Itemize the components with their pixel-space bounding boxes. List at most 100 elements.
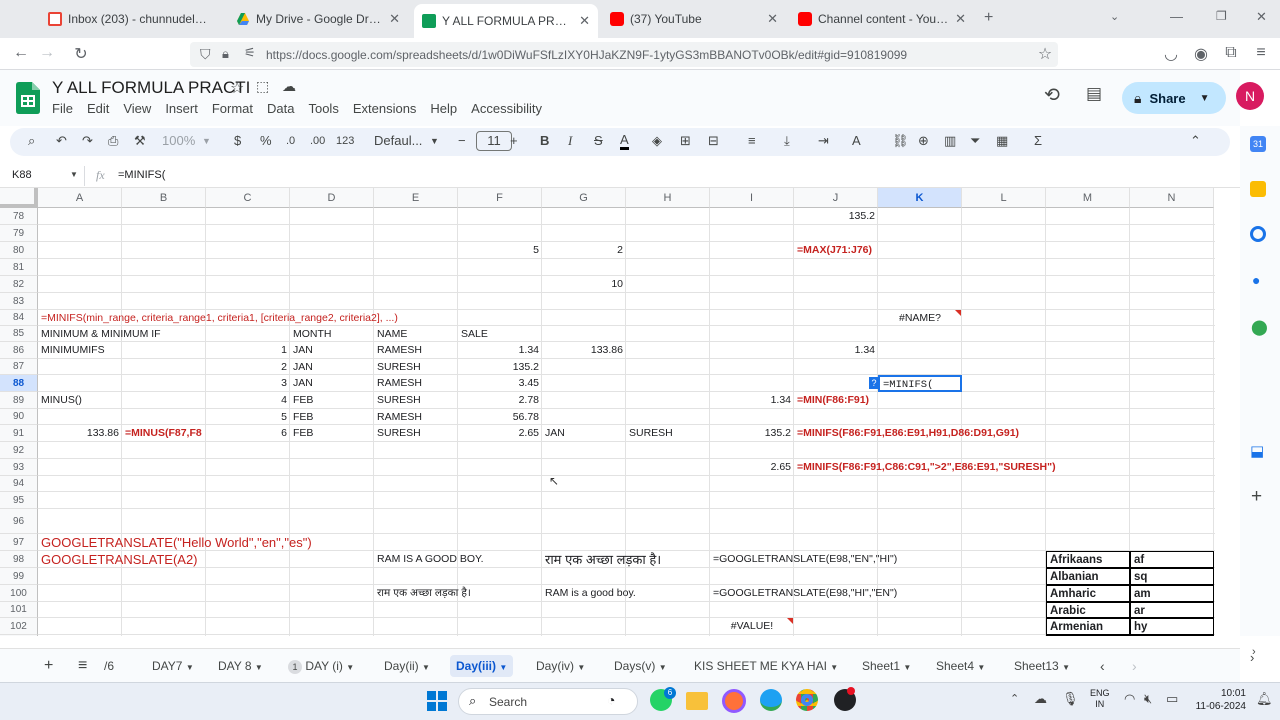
cell-j93[interactable]: =MINIFS(F86:F91,C86:C91,">2",E86:E91,"SU…	[794, 459, 1059, 476]
cell-c90[interactable]: 5	[206, 409, 290, 425]
inbox-download-icon[interactable]: ⬓	[1250, 442, 1264, 460]
row-header[interactable]: 87	[0, 359, 38, 375]
row-header[interactable]: 89	[0, 392, 38, 409]
font-size-input[interactable]: 11	[476, 131, 512, 151]
cell-m103[interactable]: Azerbaijani	[1046, 635, 1130, 636]
column-header[interactable]: A	[38, 188, 122, 208]
strikethrough-button[interactable]: S	[594, 133, 603, 148]
bold-button[interactable]: B	[540, 133, 549, 148]
close-window-button[interactable]: ✕	[1256, 9, 1267, 25]
tray-chevron-up-icon[interactable]: ⌃	[1010, 692, 1019, 705]
row-header[interactable]: 78	[0, 208, 38, 225]
increase-decimal-button[interactable]: .00	[310, 135, 325, 147]
cell-g86[interactable]: 133.86	[542, 342, 626, 359]
chevron-down-icon[interactable]: ▼	[255, 663, 263, 672]
filter-views-icon[interactable]: ▦	[996, 133, 1008, 149]
cell-b91[interactable]: =MINUS(F87,F8	[122, 425, 206, 442]
column-header[interactable]: F	[458, 188, 542, 208]
cell-i98[interactable]: =GOOGLETRANSLATE(E98,"EN","HI")	[710, 551, 900, 568]
borders-icon[interactable]: ⊞	[680, 133, 691, 149]
text-color-button[interactable]: A	[620, 133, 629, 150]
decrease-font-size-button[interactable]: −	[458, 133, 466, 148]
add-sheet-button[interactable]: +	[44, 655, 53, 677]
document-title[interactable]: Y ALL FORMULA PRACTI	[52, 78, 250, 98]
calendar-icon[interactable]: 31	[1250, 136, 1266, 152]
cell-c91[interactable]: 6	[206, 425, 290, 442]
row-header[interactable]: 79	[0, 225, 38, 242]
clock[interactable]: 10:01 11-06-2024	[1190, 687, 1246, 713]
cell-i93[interactable]: 2.65	[710, 459, 794, 476]
spreadsheet-grid[interactable]: 78 79 80 81 82 83 84 85 86 87 88 89 90 91 92 93 94 95 96 97…	[0, 188, 1215, 636]
url-text[interactable]: https://docs.google.com/spreadsheets/d/1…	[266, 48, 907, 62]
row-header[interactable]: 101	[0, 602, 38, 618]
sheet-tab[interactable]: Days(v) ▼	[614, 655, 667, 677]
sheet-tab[interactable]: DAY 8 ▼	[218, 655, 263, 677]
menu-format[interactable]: Format	[212, 101, 253, 116]
cell-e100[interactable]: राम एक अच्छा लड़का है।	[374, 585, 474, 602]
currency-format-button[interactable]: $	[234, 133, 241, 148]
row-header[interactable]: 103	[0, 635, 38, 636]
maps-icon[interactable]: ⬤	[1251, 318, 1268, 336]
cell-j91[interactable]: =MINIFS(F86:F91,E86:E91,H91,D86:D91,G91)	[794, 425, 1022, 442]
cell-d85[interactable]: MONTH	[290, 326, 374, 342]
cell-e90[interactable]: RAMESH	[374, 409, 458, 425]
sheet-tab[interactable]: Sheet4 ▼	[936, 655, 985, 677]
cell-n100[interactable]: am	[1130, 585, 1214, 602]
collapse-menu-chevron-icon[interactable]: ⌃	[1190, 133, 1201, 149]
menu-file[interactable]: File	[52, 101, 73, 116]
cell-f87[interactable]: 135.2	[458, 359, 542, 375]
cell-e91[interactable]: SURESH	[374, 425, 458, 442]
row-header[interactable]: 99	[0, 568, 38, 585]
row-header[interactable]: 85	[0, 326, 38, 342]
share-button[interactable]: 🔒︎ Share ▼	[1122, 82, 1226, 114]
more-formats-button[interactable]: 123	[336, 135, 354, 147]
error-indicator-icon[interactable]	[955, 310, 961, 316]
column-header[interactable]: B	[122, 188, 206, 208]
cell-d88[interactable]: JAN	[290, 375, 374, 392]
tasks-icon[interactable]	[1250, 226, 1266, 242]
sheet-tab-active[interactable]: Day(iii) ▼	[450, 655, 514, 677]
cell-d90[interactable]: FEB	[290, 409, 374, 425]
tab-list-chevron-icon[interactable]: ⌄	[1110, 10, 1119, 23]
cell-m99[interactable]: Albanian	[1046, 568, 1130, 585]
row-header[interactable]: 88	[0, 375, 38, 392]
paint-format-icon[interactable]: ⚒	[134, 133, 146, 149]
pocket-icon[interactable]: ◡	[1160, 44, 1182, 64]
close-icon[interactable]: ✕	[389, 11, 400, 27]
cell-e86[interactable]: RAMESH	[374, 342, 458, 359]
cell-j78[interactable]: 135.2	[794, 208, 878, 225]
cell-i89[interactable]: 1.34	[710, 392, 794, 409]
cell-g100[interactable]: RAM is a good boy.	[542, 585, 639, 602]
sheet-tab[interactable]: 1 DAY (i) ▼	[288, 655, 354, 677]
chrome-icon[interactable]	[796, 689, 818, 711]
account-icon[interactable]: ◉	[1190, 44, 1212, 64]
row-header[interactable]: 86	[0, 342, 38, 359]
insert-comment-icon[interactable]: ⊕	[918, 133, 929, 149]
redo-icon[interactable]: ↷	[82, 133, 93, 149]
cell-h91[interactable]: SURESH	[626, 425, 710, 442]
cell-d87[interactable]: JAN	[290, 359, 374, 375]
row-header[interactable]: 100	[0, 585, 38, 602]
error-indicator-icon[interactable]	[787, 618, 793, 624]
cell-c87[interactable]: 2	[206, 359, 290, 375]
cell-g82[interactable]: 10	[542, 276, 626, 293]
row-header[interactable]: 81	[0, 259, 38, 276]
cell-n103[interactable]: az	[1130, 635, 1214, 636]
close-icon[interactable]: ✕	[579, 13, 590, 29]
row-header[interactable]: 102	[0, 618, 38, 635]
cell-j80[interactable]: =MAX(J71:J76)	[794, 242, 878, 259]
sheet-tab[interactable]: Sheet1 ▼	[862, 655, 911, 677]
cell-e89[interactable]: SURESH	[374, 392, 458, 409]
version-history-icon[interactable]: ⟲	[1044, 84, 1060, 107]
menu-icon[interactable]: ≡	[1250, 44, 1272, 62]
cell-i100[interactable]: =GOOGLETRANSLATE(E98,"HI","EN")	[710, 585, 900, 602]
address-bar[interactable]: ⛉ 🔒︎ ⚟ https://docs.google.com/spreadshe…	[190, 42, 1058, 67]
cell-f86[interactable]: 1.34	[458, 342, 542, 359]
insert-chart-icon[interactable]: ▥	[944, 133, 956, 149]
chevron-down-icon[interactable]: ▼	[422, 663, 430, 672]
cell-m102[interactable]: Armenian	[1046, 618, 1130, 635]
close-icon[interactable]: ✕	[955, 11, 966, 27]
chevron-down-icon[interactable]: ▼	[659, 663, 667, 672]
avatar[interactable]: N	[1236, 82, 1264, 110]
file-explorer-icon[interactable]	[686, 692, 708, 710]
